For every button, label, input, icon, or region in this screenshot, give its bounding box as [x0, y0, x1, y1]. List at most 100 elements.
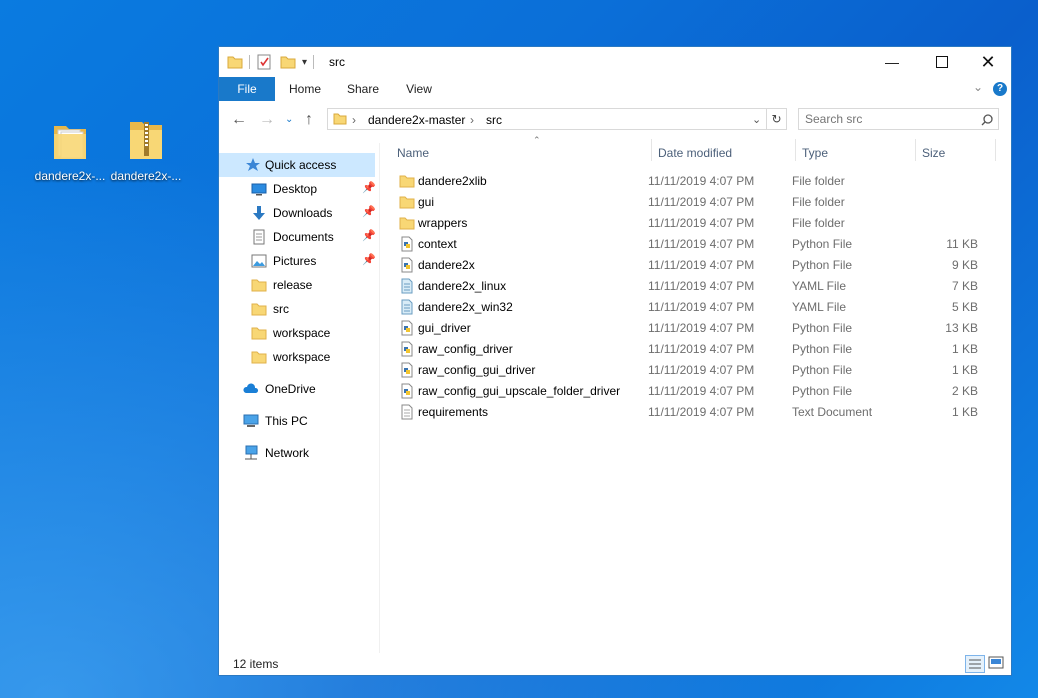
file-size: 11 KB — [946, 237, 978, 251]
column-divider[interactable] — [795, 139, 796, 161]
file-date: 11/11/2019 4:07 PM — [648, 300, 755, 314]
close-button[interactable]: ✕ — [965, 47, 1011, 77]
column-divider[interactable] — [651, 139, 652, 161]
desktop-icon-zip-folder[interactable]: dandere2x-... — [106, 118, 186, 183]
window-title: src — [329, 55, 345, 69]
file-name: gui — [418, 195, 435, 209]
file-type: Python File — [792, 384, 853, 398]
tab-file[interactable]: File — [219, 77, 275, 101]
tab-view[interactable]: View — [397, 77, 441, 101]
breadcrumb-dandere2x-master[interactable]: dandere2x-master — [368, 113, 465, 127]
up-button[interactable]: ↑ — [305, 111, 313, 129]
nav-desktop[interactable]: Desktop 📌 — [219, 177, 376, 201]
table-row[interactable]: context 11/11/2019 4:07 PM Python File 11 K… — [391, 234, 1001, 255]
tab-share[interactable]: Share — [341, 77, 385, 101]
details-view-icon — [969, 659, 981, 669]
file-date: 11/11/2019 4:07 PM — [648, 237, 755, 251]
tab-home[interactable]: Home — [283, 77, 327, 101]
table-row[interactable]: dandere2x 11/11/2019 4:07 PM Python File 9 … — [391, 255, 1001, 276]
properties-icon[interactable] — [256, 54, 272, 70]
details-view-button[interactable] — [965, 655, 985, 673]
nav-label: src — [273, 302, 289, 316]
nav-network[interactable]: Network — [219, 441, 375, 465]
nav-label: Pictures — [273, 254, 317, 268]
pictures-icon — [251, 254, 267, 268]
file-name: wrappers — [418, 216, 468, 230]
file-type: File folder — [792, 216, 845, 230]
nav-documents[interactable]: Documents 📌 — [219, 225, 376, 249]
computer-icon — [243, 414, 259, 427]
address-bar[interactable]: › dandere2x-master › src ⌄ — [327, 108, 767, 130]
table-row[interactable]: dandere2xlib 11/11/2019 4:07 PM File folde… — [391, 171, 1001, 192]
nav-src[interactable]: src — [219, 297, 375, 321]
table-row[interactable]: requirements 11/11/2019 4:07 PM Text Docum… — [391, 402, 1001, 423]
file-size: 5 KB — [951, 300, 978, 314]
file-date: 11/11/2019 4:07 PM — [648, 258, 755, 272]
nav-release[interactable]: release — [219, 273, 375, 297]
nav-workspace[interactable]: workspace — [219, 321, 375, 345]
help-icon[interactable]: ? — [993, 82, 1007, 96]
nav-label: Desktop — [273, 182, 318, 196]
text-file-icon — [401, 404, 413, 420]
status-bar: 12 items — [219, 653, 1011, 675]
table-row[interactable]: raw_config_gui_upscale_folder_driver 11/1… — [391, 381, 1001, 402]
table-row[interactable]: gui_driver 11/11/2019 4:07 PM Python File 1… — [391, 318, 1001, 339]
nav-downloads[interactable]: Downloads 📌 — [219, 201, 376, 225]
address-dropdown-icon[interactable]: ⌄ — [752, 113, 761, 126]
nav-workspace[interactable]: workspace — [219, 345, 375, 369]
desktop-icon-folder[interactable]: dandere2x-... — [30, 118, 110, 183]
table-row[interactable]: gui 11/11/2019 4:07 PM File folder — [391, 192, 1001, 213]
cloud-icon — [243, 383, 259, 393]
column-header-type[interactable]: Type — [802, 141, 912, 163]
file-date: 11/11/2019 4:07 PM — [648, 195, 755, 209]
maximize-button[interactable] — [919, 47, 965, 77]
new-folder-icon[interactable] — [280, 54, 296, 70]
table-row[interactable]: raw_config_gui_driver 11/11/2019 4:07 PM P… — [391, 360, 1001, 381]
breadcrumb-src[interactable]: src — [486, 113, 502, 127]
desktop-icon — [251, 183, 267, 196]
table-row[interactable]: wrappers 11/11/2019 4:07 PM File folder — [391, 213, 1001, 234]
pin-icon[interactable]: 📌 — [362, 205, 376, 218]
folder-icon — [54, 126, 86, 159]
column-label: Size — [922, 146, 946, 160]
title-bar[interactable]: ▾ src — ✕ — [219, 47, 1011, 77]
yaml-file-icon — [401, 278, 413, 294]
search-input[interactable] — [805, 112, 965, 126]
python-file-icon — [401, 236, 413, 252]
minimize-button[interactable]: — — [869, 47, 915, 77]
folder-icon — [251, 279, 267, 292]
recent-locations-button[interactable]: ⌄ — [285, 114, 293, 125]
file-date: 11/11/2019 4:07 PM — [648, 384, 755, 398]
column-divider[interactable] — [995, 139, 996, 161]
nav-label: OneDrive — [265, 382, 316, 396]
large-icons-view-button[interactable] — [987, 655, 1007, 673]
desktop-icon-label: dandere2x-... — [34, 169, 106, 183]
customize-toolbar-icon[interactable]: ▾ — [302, 57, 307, 68]
back-button[interactable]: ← — [231, 111, 247, 129]
breadcrumb-separator: › — [352, 113, 356, 127]
column-header-size[interactable]: Size — [922, 141, 992, 163]
column-divider[interactable] — [915, 139, 916, 161]
column-header-name[interactable]: ⌃ Name — [397, 135, 647, 163]
pin-icon[interactable]: 📌 — [362, 253, 376, 266]
nav-this-pc[interactable]: This PC — [219, 409, 375, 433]
python-file-icon — [401, 257, 413, 273]
pane-splitter[interactable] — [379, 143, 380, 653]
refresh-button[interactable]: ↻ — [767, 108, 787, 130]
expand-ribbon-icon[interactable]: ⌄ — [973, 80, 983, 94]
file-name: context — [418, 237, 457, 251]
nav-onedrive[interactable]: OneDrive — [219, 377, 375, 401]
nav-quick-access[interactable]: Quick access — [219, 153, 375, 177]
column-header-date[interactable]: Date modified — [658, 141, 788, 163]
nav-pictures[interactable]: Pictures 📌 — [219, 249, 376, 273]
nav-label: Downloads — [273, 206, 333, 220]
pin-icon[interactable]: 📌 — [362, 181, 376, 194]
file-type: Python File — [792, 363, 853, 377]
table-row[interactable]: dandere2x_linux 11/11/2019 4:07 PM YAML Fi… — [391, 276, 1001, 297]
forward-button[interactable]: → — [259, 111, 275, 129]
file-type: File folder — [792, 174, 845, 188]
search-box[interactable] — [798, 108, 999, 130]
pin-icon[interactable]: 📌 — [362, 229, 376, 242]
table-row[interactable]: dandere2x_win32 11/11/2019 4:07 PM YAML Fi… — [391, 297, 1001, 318]
table-row[interactable]: raw_config_driver 11/11/2019 4:07 PM Pytho… — [391, 339, 1001, 360]
